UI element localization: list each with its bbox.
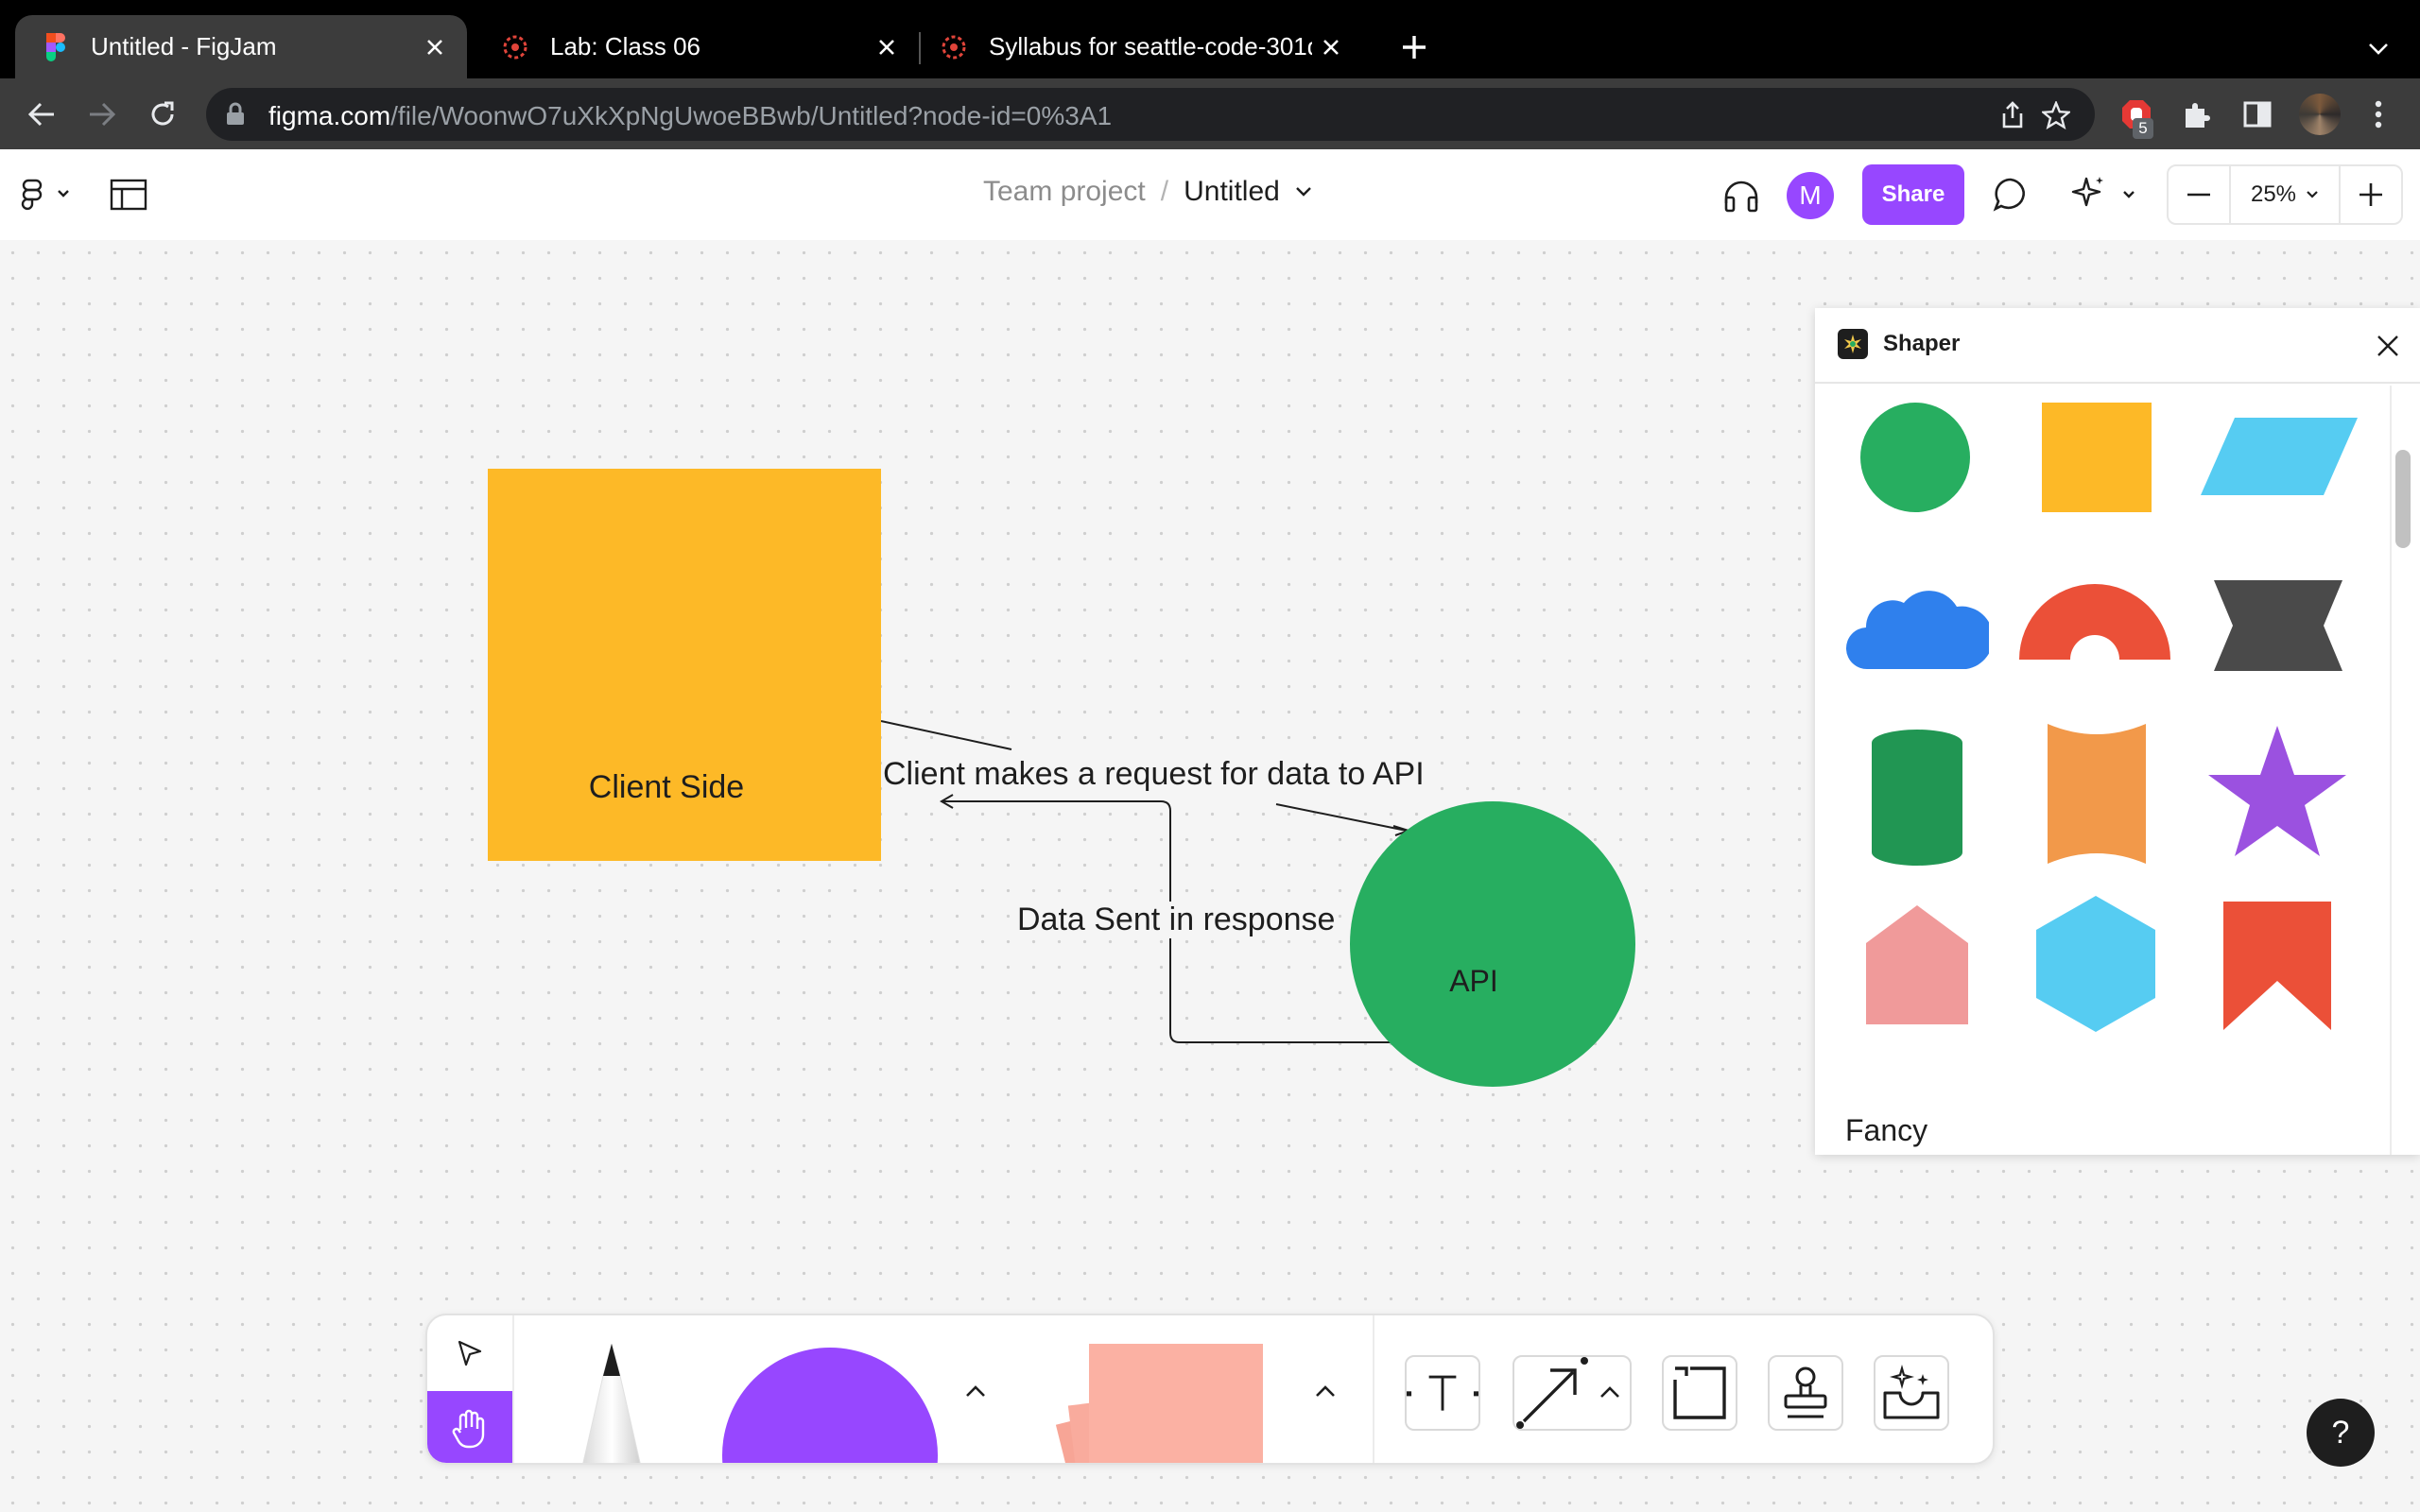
widgets-box-icon — [1883, 1365, 1940, 1419]
request-connector-label[interactable]: Client makes a request for data to API — [883, 756, 1425, 793]
section-tool-button[interactable] — [1662, 1355, 1737, 1431]
scrollbar-thumb[interactable] — [2395, 450, 2411, 548]
shape-arch[interactable] — [2017, 580, 2172, 662]
shape-cloud[interactable] — [1845, 578, 1989, 671]
shape-star[interactable] — [2206, 724, 2348, 858]
shape-cylinder[interactable] — [1870, 728, 1964, 868]
api-circle[interactable]: API — [1350, 801, 1635, 1087]
shape-bowtie[interactable] — [2212, 578, 2344, 673]
connector-arrow-icon — [1516, 1357, 1588, 1429]
shape-hexagon[interactable] — [2034, 894, 2157, 1034]
hand-tool-button[interactable] — [427, 1391, 512, 1463]
circle-label: API — [1449, 964, 1498, 998]
chevron-up-icon — [966, 1385, 985, 1397]
shaper-logo-icon — [1838, 329, 1868, 359]
text-icon — [1407, 1375, 1478, 1411]
sticky-note-tool[interactable] — [1036, 1340, 1263, 1465]
shape-circle[interactable] — [1858, 401, 1972, 514]
square-label: Client Side — [588, 769, 745, 805]
shape-tool[interactable] — [722, 1346, 938, 1465]
creation-toolbar — [425, 1314, 1995, 1465]
move-tool-button[interactable] — [427, 1315, 512, 1391]
shape-bookmark[interactable] — [2221, 900, 2333, 1032]
panel-header: Shaper — [1815, 308, 2420, 384]
toolbar-divider — [512, 1315, 514, 1463]
chevron-up-icon — [1316, 1385, 1335, 1397]
cursor-arrow-icon — [458, 1340, 482, 1366]
shape-square[interactable] — [2040, 401, 2153, 514]
panel-title: Shaper — [1883, 331, 1961, 356]
hand-icon — [452, 1409, 485, 1449]
help-button[interactable]: ? — [2307, 1399, 2375, 1467]
section-frame-icon — [1673, 1366, 1726, 1419]
connector-tool-button[interactable] — [1512, 1355, 1632, 1431]
shape-parallelogram[interactable] — [2199, 416, 2360, 497]
widgets-tool-button[interactable] — [1874, 1355, 1949, 1431]
text-tool-button[interactable] — [1405, 1355, 1480, 1431]
stamp-icon — [1784, 1366, 1827, 1418]
shape-banner-curved[interactable] — [2046, 722, 2148, 866]
shaper-plugin-panel: Shaper Fancy — [1815, 308, 2420, 1155]
response-connector-label[interactable]: Data Sent in response — [1017, 902, 1336, 938]
section-heading: Fancy — [1845, 1113, 1928, 1147]
stamp-tool-button[interactable] — [1768, 1355, 1843, 1431]
shape-pentagon-house[interactable] — [1864, 903, 1970, 1026]
client-side-square[interactable]: Client Side — [488, 469, 881, 861]
toolbar-divider — [1373, 1315, 1374, 1463]
shape-options-button[interactable] — [959, 1374, 993, 1408]
close-icon[interactable] — [2369, 327, 2407, 365]
chevron-up-icon[interactable] — [1599, 1385, 1620, 1399]
sticky-options-button[interactable] — [1308, 1374, 1342, 1408]
marker-tool[interactable] — [567, 1344, 656, 1465]
